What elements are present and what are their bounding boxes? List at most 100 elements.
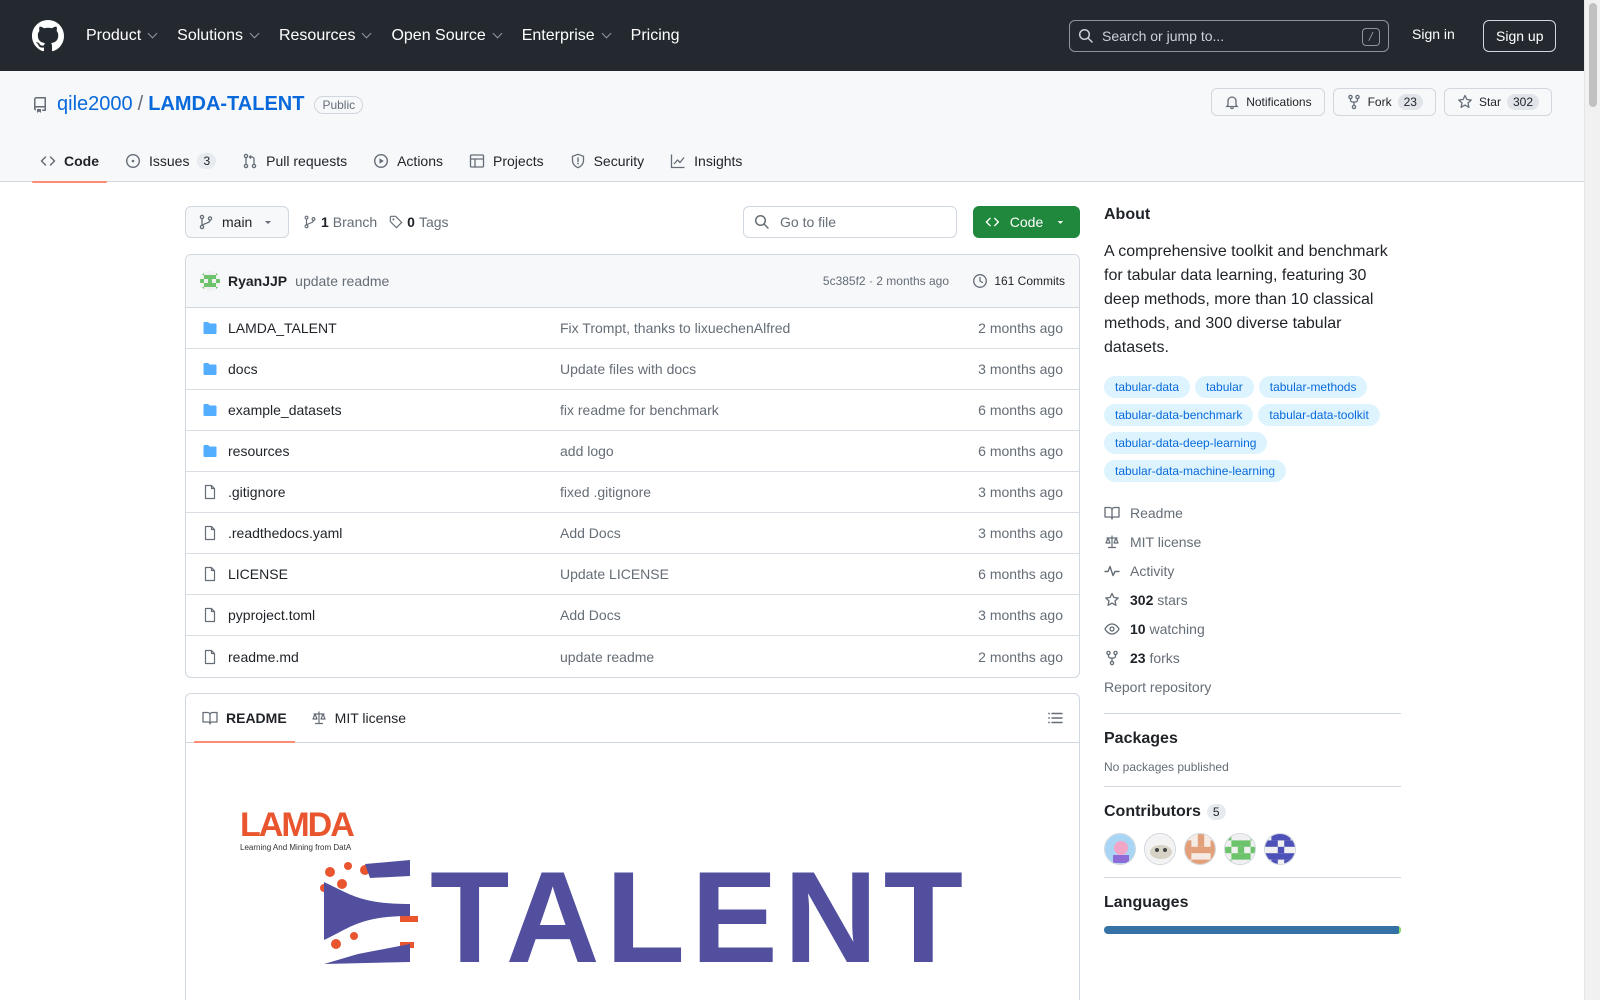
file-name-link[interactable]: .readthedocs.yaml: [228, 525, 342, 541]
file-commit-message[interactable]: add logo: [560, 443, 614, 459]
activity-link[interactable]: Activity: [1104, 556, 1401, 585]
file-commit-message[interactable]: Add Docs: [560, 525, 621, 541]
divider: [1104, 877, 1401, 878]
branches-link[interactable]: 1 Branch: [303, 214, 377, 230]
file-name-link[interactable]: LAMDA_TALENT: [228, 320, 337, 336]
file-name-link[interactable]: resources: [228, 443, 289, 459]
notifications-button[interactable]: Notifications: [1211, 88, 1325, 116]
code-dropdown-button[interactable]: Code: [973, 206, 1080, 238]
watching-link[interactable]: 10 watching: [1104, 614, 1401, 643]
nav-enterprise[interactable]: Enterprise: [522, 27, 612, 45]
contributors-heading[interactable]: Contributors 5: [1104, 803, 1401, 821]
file-name-link[interactable]: .gitignore: [228, 484, 286, 500]
go-to-file-input[interactable]: Go to file: [743, 206, 957, 238]
fork-count: 23: [1397, 94, 1423, 110]
file-commit-message[interactable]: update readme: [560, 649, 654, 665]
topic-tag[interactable]: tabular-data-machine-learning: [1104, 460, 1287, 482]
readme-link[interactable]: Readme: [1104, 498, 1401, 527]
global-search-input[interactable]: Search or jump to... /: [1069, 20, 1389, 52]
nav-pricing[interactable]: Pricing: [631, 27, 680, 45]
sign-in-link[interactable]: Sign in: [1412, 26, 1455, 42]
stars-link[interactable]: 302 stars: [1104, 585, 1401, 614]
tab-projects[interactable]: Projects: [461, 140, 552, 182]
tab-label: Insights: [694, 153, 743, 169]
file-name-link[interactable]: pyproject.toml: [228, 607, 315, 623]
tab-code[interactable]: Code: [32, 140, 107, 183]
commit-message[interactable]: update readme: [295, 273, 389, 289]
tab-insights[interactable]: Insights: [662, 140, 750, 182]
topic-tag[interactable]: tabular-data: [1104, 376, 1191, 398]
tab-license[interactable]: MIT license: [303, 694, 414, 742]
file-commit-message[interactable]: fixed .gitignore: [560, 484, 651, 500]
file-commit-message[interactable]: Update files with docs: [560, 361, 696, 377]
sign-up-button[interactable]: Sign up: [1483, 20, 1557, 52]
file-name-link[interactable]: example_datasets: [228, 402, 342, 418]
chevron-down-icon: [601, 28, 612, 39]
scrollbar-thumb[interactable]: [1589, 3, 1597, 107]
about-heading: About: [1104, 206, 1151, 223]
file-row[interactable]: readme.md update readme 2 months ago: [186, 636, 1079, 677]
branch-count-label: Branch: [332, 214, 378, 230]
nav-label: Open Source: [391, 26, 486, 44]
file-row[interactable]: pyproject.toml Add Docs 3 months ago: [186, 595, 1079, 636]
outline-button[interactable]: [1047, 710, 1063, 726]
avatar[interactable]: [1144, 833, 1176, 865]
commits-link[interactable]: 161 Commits: [972, 273, 1065, 289]
tab-issues[interactable]: Issues 3: [117, 140, 224, 182]
file-commit-message[interactable]: Update LICENSE: [560, 566, 669, 582]
avatar[interactable]: [1224, 833, 1256, 865]
folder-icon: [202, 320, 218, 336]
nav-label: Solutions: [177, 26, 243, 44]
github-logo-icon[interactable]: [32, 19, 64, 52]
tab-readme[interactable]: README: [194, 694, 295, 743]
packages-heading[interactable]: Packages: [1104, 730, 1401, 748]
topic-tag[interactable]: tabular-data-benchmark: [1104, 404, 1254, 426]
tab-security[interactable]: Security: [562, 140, 653, 182]
fork-button[interactable]: Fork 23: [1332, 88, 1436, 116]
nav-open-source[interactable]: Open Source: [391, 26, 503, 45]
file-row[interactable]: resources add logo 6 months ago: [186, 431, 1079, 472]
commit-hash-time[interactable]: 5c385f2 · 2 months ago: [823, 274, 949, 288]
avatar[interactable]: [1264, 833, 1296, 865]
tab-actions[interactable]: Actions: [365, 140, 451, 182]
file-commit-date: 3 months ago: [978, 525, 1063, 541]
nav-solutions[interactable]: Solutions: [177, 26, 260, 45]
repo-name-link[interactable]: LAMDA-TALENT: [148, 93, 304, 116]
file-row[interactable]: example_datasets fix readme for benchmark…: [186, 390, 1079, 431]
file-row[interactable]: .readthedocs.yaml Add Docs 3 months ago: [186, 513, 1079, 554]
report-repository-link[interactable]: Report repository: [1104, 672, 1401, 701]
readme-panel: README MIT license LAMDA Learning And Mi…: [185, 693, 1080, 1000]
avatar[interactable]: [1184, 833, 1216, 865]
tags-link[interactable]: 0 Tags: [389, 214, 449, 230]
repo-actions: Notifications Fork 23 Star 302: [1211, 88, 1552, 116]
topic-tag[interactable]: tabular-data-toolkit: [1258, 404, 1380, 426]
file-name-link[interactable]: readme.md: [228, 649, 299, 665]
commit-author[interactable]: RyanJJP: [228, 273, 287, 289]
repo-owner-link[interactable]: qile2000: [57, 93, 133, 116]
tab-label: Code: [64, 153, 99, 169]
file-row[interactable]: docs Update files with docs 3 months ago: [186, 349, 1079, 390]
file-commit-message[interactable]: Add Docs: [560, 607, 621, 623]
topic-tag[interactable]: tabular-data-deep-learning: [1104, 432, 1268, 454]
branch-selector[interactable]: main: [185, 206, 290, 238]
fork-icon: [1347, 94, 1360, 110]
topic-tag[interactable]: tabular: [1195, 376, 1254, 398]
file-commit-date: 3 months ago: [978, 484, 1063, 500]
file-row[interactable]: .gitignore fixed .gitignore 3 months ago: [186, 472, 1079, 513]
page-scrollbar[interactable]: [1584, 0, 1600, 1000]
file-row[interactable]: LAMDA_TALENT Fix Trompt, thanks to lixuec…: [186, 308, 1079, 349]
license-link[interactable]: MIT license: [1104, 527, 1401, 556]
nav-product[interactable]: Product: [86, 27, 158, 45]
nav-resources[interactable]: Resources: [279, 27, 372, 45]
tab-pull-requests[interactable]: Pull requests: [234, 140, 355, 182]
file-name-link[interactable]: LICENSE: [228, 566, 288, 582]
file-commit-message[interactable]: Fix Trompt, thanks to lixuechenAlfred: [560, 320, 790, 336]
file-name-link[interactable]: docs: [228, 361, 258, 377]
avatar[interactable]: [1104, 833, 1136, 865]
topic-tag[interactable]: tabular-methods: [1258, 376, 1368, 398]
star-button[interactable]: Star 302: [1443, 88, 1552, 116]
forks-link[interactable]: 23 forks: [1104, 643, 1401, 672]
file-commit-message[interactable]: fix readme for benchmark: [560, 402, 719, 418]
avatar[interactable]: [200, 271, 220, 291]
file-row[interactable]: LICENSE Update LICENSE 6 months ago: [186, 554, 1079, 595]
